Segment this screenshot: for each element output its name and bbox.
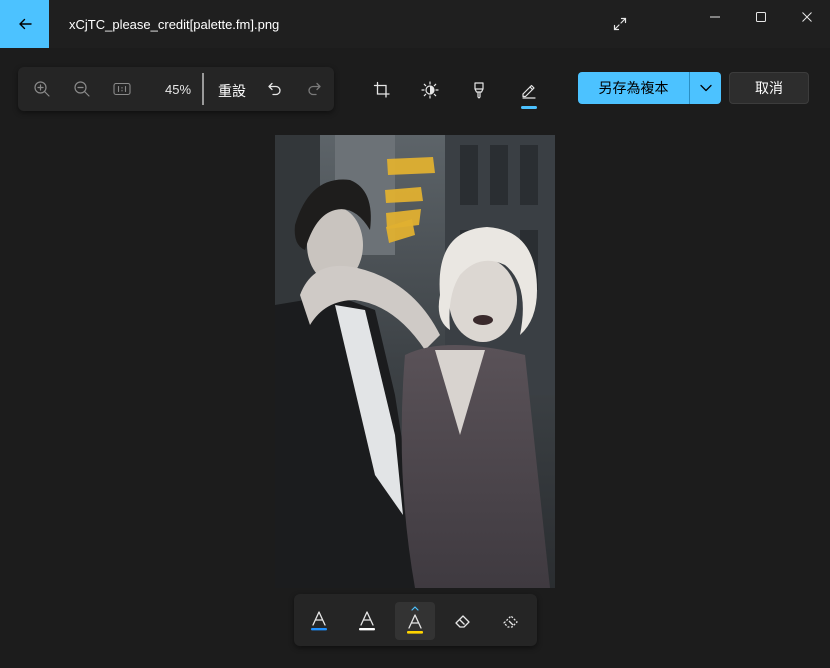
expand-diagonal-icon — [613, 17, 627, 31]
erase-all-button[interactable] — [491, 602, 531, 640]
markup-toolbar — [294, 594, 537, 646]
photo-canvas[interactable] — [275, 135, 555, 588]
pencil-button[interactable] — [347, 602, 387, 640]
close-icon — [802, 12, 812, 22]
actual-size-button[interactable] — [108, 75, 136, 103]
crop-icon — [373, 81, 390, 98]
pencil-icon — [359, 611, 375, 631]
markup-pen-icon — [522, 84, 536, 99]
save-copy-split-button: 另存為複本 — [578, 72, 721, 104]
adjust-tool-button[interactable] — [415, 75, 445, 105]
highlighter-icon — [407, 606, 423, 634]
arrow-left-icon — [18, 18, 32, 30]
photo-image — [275, 135, 555, 588]
crop-tool-button[interactable] — [367, 75, 397, 105]
active-tool-indicator — [521, 106, 537, 109]
close-button[interactable] — [784, 0, 830, 34]
eraser-button[interactable] — [443, 602, 483, 640]
brightness-icon — [421, 81, 439, 99]
view-toolbar: 45% 重設 — [18, 67, 334, 111]
maximize-icon — [756, 12, 766, 22]
chevron-down-icon — [699, 84, 712, 92]
highlighter-button[interactable] — [395, 602, 435, 640]
filter-icon — [474, 82, 484, 99]
minimize-button[interactable] — [692, 0, 738, 34]
zoom-out-button[interactable] — [68, 75, 96, 103]
zoom-out-icon — [74, 81, 90, 97]
save-options-button[interactable] — [690, 72, 721, 104]
maximize-button[interactable] — [738, 0, 784, 34]
filter-tool-button[interactable] — [464, 75, 494, 105]
expand-button[interactable] — [606, 12, 634, 36]
toolbar-divider — [202, 73, 204, 105]
minimize-icon — [710, 16, 720, 18]
redo-icon — [308, 82, 321, 96]
window-title: xCjTC_please_credit[palette.fm].png — [69, 17, 280, 32]
save-copy-button[interactable]: 另存為複本 — [578, 72, 689, 104]
eraser-icon — [455, 615, 470, 628]
back-button[interactable] — [0, 0, 49, 48]
markup-tool-button[interactable] — [514, 75, 544, 105]
ballpoint-pen-icon — [311, 611, 327, 631]
undo-icon — [268, 82, 281, 96]
actual-size-icon — [113, 82, 131, 96]
zoom-level[interactable]: 45% — [165, 82, 191, 97]
cancel-button[interactable]: 取消 — [729, 72, 809, 104]
zoom-in-icon — [34, 81, 50, 97]
zoom-in-button[interactable] — [28, 75, 56, 103]
erase-all-icon — [503, 615, 518, 628]
title-bar: xCjTC_please_credit[palette.fm].png — [0, 0, 830, 48]
undo-button[interactable] — [261, 75, 289, 103]
redo-button[interactable] — [300, 75, 328, 103]
ballpoint-pen-button[interactable] — [299, 602, 339, 640]
reset-button[interactable]: 重設 — [218, 81, 246, 101]
